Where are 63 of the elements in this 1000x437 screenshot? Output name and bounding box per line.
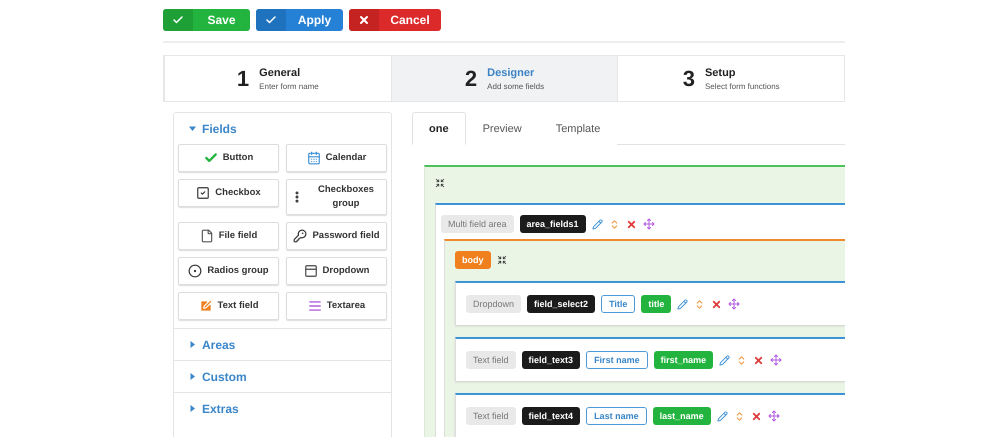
close-icon: [349, 9, 379, 31]
pencil-icon: [198, 299, 212, 313]
check-icon: [163, 9, 193, 31]
field-type-button[interactable]: File field: [178, 222, 279, 250]
variable-label: first_name: [654, 351, 714, 369]
section-label: body: [455, 251, 490, 269]
variable-label: last_name: [652, 407, 711, 425]
edit-icon[interactable]: [677, 298, 688, 310]
check-icon: [256, 9, 286, 31]
edit-icon[interactable]: [592, 218, 603, 230]
caret-icon: [189, 373, 196, 380]
collapse-icon[interactable]: [496, 255, 506, 265]
file-icon: [200, 229, 214, 243]
section-header[interactable]: Extras: [174, 392, 391, 424]
section-header[interactable]: Areas: [174, 328, 391, 360]
field-type-button[interactable]: Textarea: [286, 292, 387, 320]
type-label: Multi field area: [441, 215, 514, 233]
caption-label: Last name: [586, 407, 647, 425]
caret-icon: [189, 125, 196, 132]
tab[interactable]: Preview: [466, 112, 539, 145]
delete-icon[interactable]: [750, 410, 762, 422]
tab[interactable]: one: [412, 112, 466, 145]
field-type-button[interactable]: Checkboxes group: [286, 179, 387, 215]
type-label: Dropdown: [466, 295, 522, 313]
move-icon[interactable]: [728, 298, 740, 310]
lines-icon: [308, 299, 322, 313]
caption-label: Title: [601, 295, 636, 313]
name-label: field_select2: [527, 295, 596, 313]
field-type-button[interactable]: Password field: [286, 222, 387, 250]
move-icon[interactable]: [768, 410, 780, 422]
field-type-button[interactable]: Calendar: [286, 144, 387, 172]
section-header[interactable]: Custom: [174, 360, 391, 392]
delete-icon[interactable]: [711, 298, 722, 310]
caret-icon: [189, 341, 196, 348]
section-header[interactable]: Fields: [174, 113, 391, 144]
name-label: field_text3: [522, 351, 580, 369]
field-type-button[interactable]: Radios group: [178, 257, 279, 285]
type-label: Text field: [466, 351, 516, 369]
key-icon: [293, 229, 308, 243]
delete-icon[interactable]: [753, 354, 764, 366]
name-label: area_fields1: [520, 215, 586, 233]
field-type-button[interactable]: Checkbox: [178, 179, 279, 207]
move-icon[interactable]: [770, 354, 782, 366]
field-type-button[interactable]: Button: [178, 144, 279, 172]
check-icon: [204, 151, 218, 165]
caption-label: First name: [586, 351, 648, 369]
name-label: field_text4: [522, 407, 580, 425]
radio-icon: [188, 264, 202, 278]
field-type-button[interactable]: Dropdown: [286, 257, 387, 285]
dropdown-icon: [304, 264, 318, 278]
field-type-button[interactable]: Text field: [178, 292, 279, 320]
calendar-icon: [306, 151, 321, 165]
edit-icon[interactable]: [716, 410, 728, 422]
variable-label: title: [641, 295, 672, 313]
apply-button[interactable]: Apply: [256, 9, 343, 31]
edit-icon[interactable]: [719, 354, 730, 366]
delete-icon[interactable]: [626, 218, 637, 230]
caret-icon: [189, 405, 196, 412]
move-icon[interactable]: [642, 218, 655, 230]
collapse-icon[interactable]: [435, 178, 445, 188]
checkbox-icon: [196, 186, 210, 200]
cancel-button[interactable]: Cancel: [349, 9, 441, 31]
type-label: Text field: [466, 407, 516, 425]
